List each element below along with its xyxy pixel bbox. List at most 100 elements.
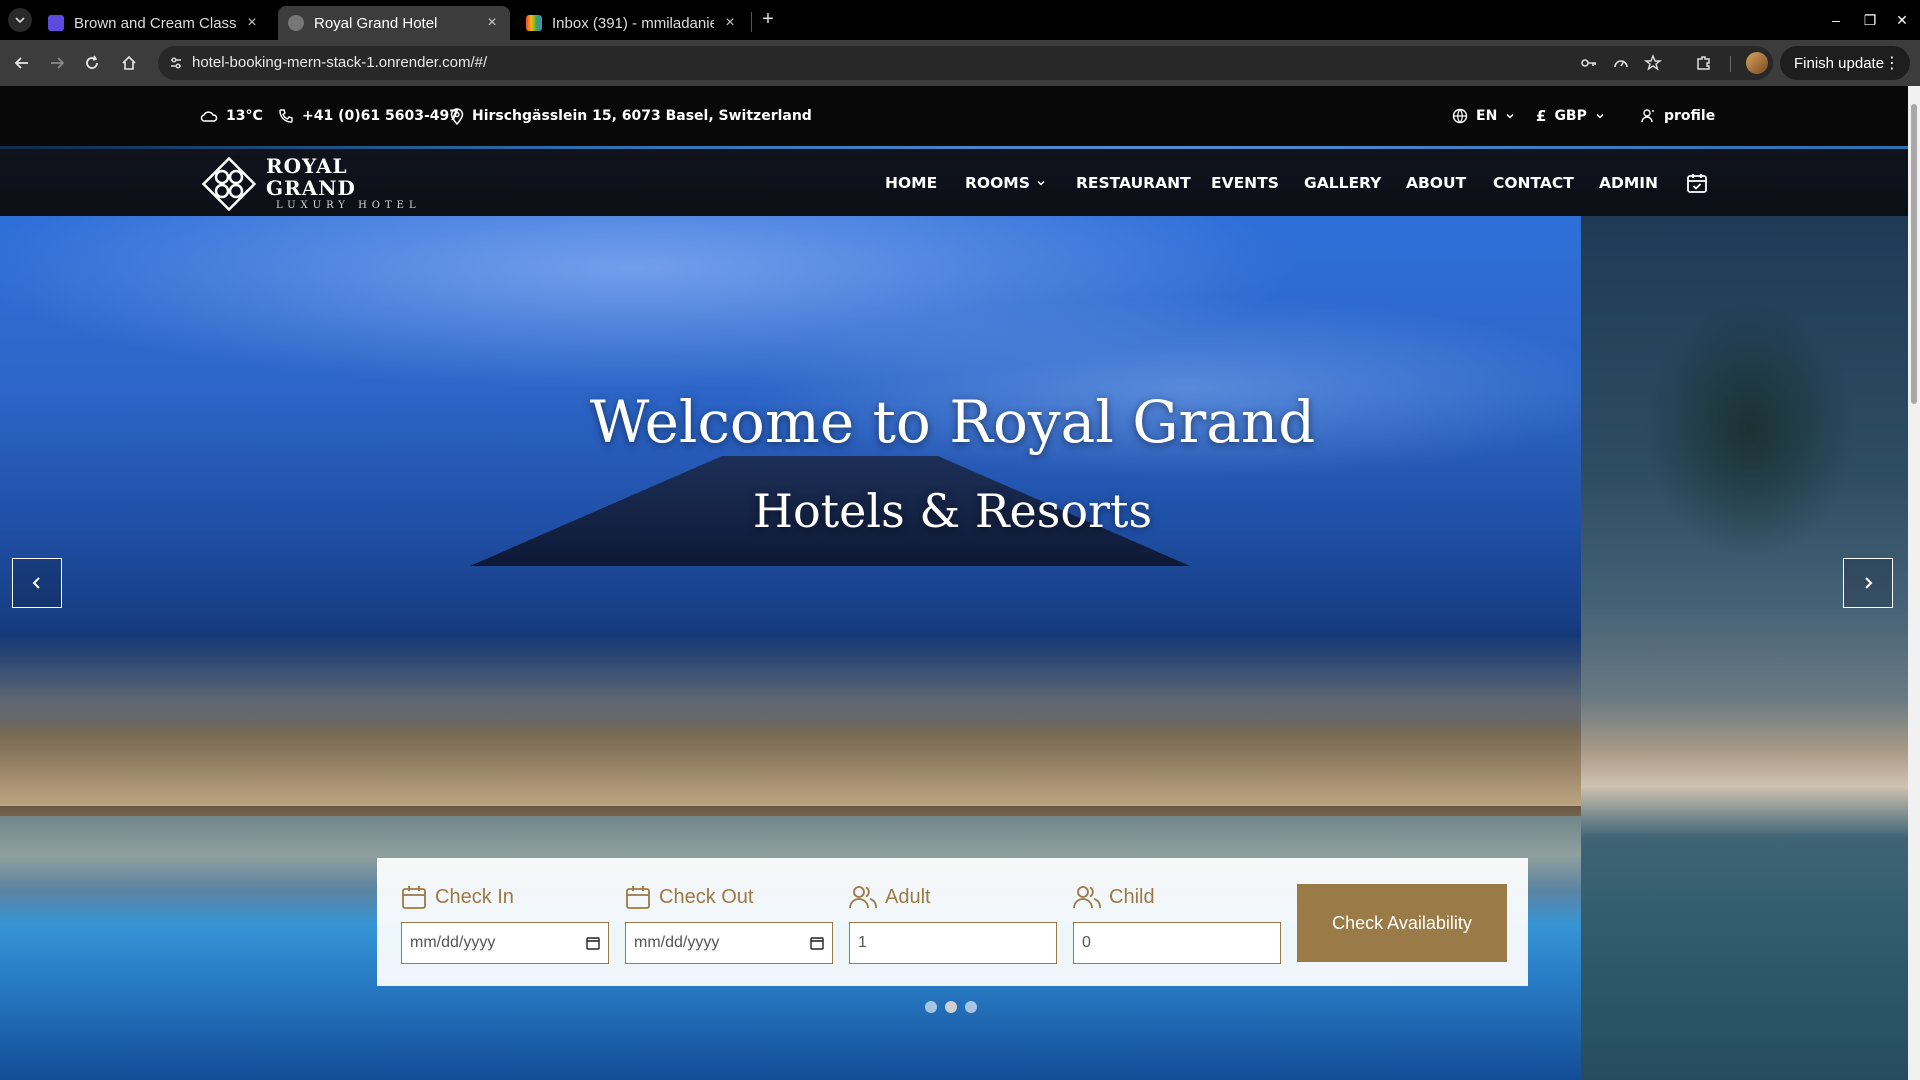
url-text[interactable]: hotel-booking-mern-stack-1.onrender.com/… [192,54,487,71]
reload-icon[interactable] [80,51,104,75]
scrollbar-thumb[interactable] [1911,104,1917,404]
performance-icon[interactable] [1612,54,1630,72]
toolbar-separator [1730,56,1731,72]
currency-selector[interactable]: £ GBP [1536,107,1605,125]
hero-title: Welcome to Royal Grand [589,388,1316,456]
booking-form: Check In mm/dd/yyyy Check Out mm/dd/yyyy… [377,858,1528,986]
check-in-label: Check In [435,885,514,908]
chevron-down-icon [1506,113,1514,119]
close-window-icon[interactable]: ✕ [1890,8,1914,32]
check-availability-label: Check Availability [1332,912,1472,933]
page-scrollbar[interactable] [1908,86,1920,1080]
chevron-down-icon [1037,180,1045,186]
user-icon [1641,109,1654,123]
close-tab-icon[interactable]: × [722,15,738,31]
forward-icon[interactable] [45,51,69,75]
carousel-next-button[interactable] [1843,558,1893,608]
restore-icon[interactable]: ❐ [1858,8,1882,32]
address-bar[interactable]: hotel-booking-mern-stack-1.onrender.com/… [158,46,1773,80]
check-out-field: Check Out mm/dd/yyyy [625,882,833,964]
date-picker-icon[interactable] [810,936,824,950]
nav-home[interactable]: HOME [885,173,937,193]
close-tab-icon[interactable]: × [244,15,260,31]
site-settings-icon[interactable] [166,53,186,73]
chevron-left-icon [32,577,40,589]
adult-value: 1 [858,934,867,951]
back-icon[interactable] [10,51,34,75]
tab-inbox[interactable]: Inbox (391) - mmiladanie × [516,6,748,40]
nav-label: ROOMS [965,174,1030,192]
carousel-dot[interactable] [925,1001,937,1013]
new-tab-button[interactable]: + [756,8,780,32]
language-text: EN [1476,108,1498,124]
nav-label: CONTACT [1493,174,1574,192]
tab-title: Royal Grand Hotel [314,14,438,32]
nav-label: ABOUT [1406,174,1467,192]
nav-restaurant[interactable]: RESTAURANT [1076,173,1191,193]
more-menu-icon[interactable]: ⋮ [1884,53,1900,73]
tab-title: Brown and Cream Classy [74,14,236,32]
knot-logo-icon [201,156,257,212]
pound-icon: £ [1536,107,1547,125]
close-tab-icon[interactable]: × [484,15,500,31]
calendar-icon [626,886,650,909]
nav-label: EVENTS [1211,174,1279,192]
nav-label: HOME [885,174,938,192]
minimize-icon[interactable]: – [1824,8,1848,32]
logo-name: ROYAL GRAND [266,154,356,200]
nav-events[interactable]: EVENTS [1211,173,1279,193]
phone-text[interactable]: +41 (0)61 5603-497 [302,108,459,124]
site-logo[interactable]: ROYAL GRAND LUXURY HOTEL [200,155,440,212]
check-out-placeholder: mm/dd/yyyy [634,934,720,951]
weather-info: 13°C [200,107,263,125]
home-icon[interactable] [117,51,141,75]
check-availability-button[interactable]: Check Availability [1297,884,1507,962]
password-key-icon[interactable] [1580,54,1598,72]
carousel-prev-button[interactable] [12,558,62,608]
globe-favicon-icon [288,15,304,31]
check-out-input[interactable]: mm/dd/yyyy [625,922,833,964]
extensions-icon[interactable] [1692,51,1716,75]
child-input[interactable]: 0 [1073,922,1281,964]
nav-gallery[interactable]: GALLERY [1304,173,1381,193]
date-picker-icon[interactable] [586,936,600,950]
globe-icon [1452,108,1468,124]
nav-rooms[interactable]: ROOMS [965,173,1046,193]
nav-about[interactable]: ABOUT [1406,173,1466,193]
tab-royal-grand[interactable]: Royal Grand Hotel × [278,6,510,40]
nav-admin[interactable]: ADMIN [1599,173,1658,193]
finish-update-button[interactable]: Finish update ⋮ [1780,46,1910,80]
logo-subtitle: LUXURY HOTEL [276,200,421,211]
calendar-icon [402,886,426,909]
profile-link[interactable]: profile [1640,107,1715,125]
check-out-label: Check Out [659,885,754,908]
language-selector[interactable]: EN [1452,107,1515,125]
tab-search-button[interactable] [8,8,32,32]
carousel-dot[interactable] [965,1001,977,1013]
nav-contact[interactable]: CONTACT [1493,173,1574,193]
bookmark-star-icon[interactable] [1644,54,1662,72]
carousel-dot[interactable] [945,1001,957,1013]
check-in-placeholder: mm/dd/yyyy [410,934,496,951]
tab-separator [751,12,752,32]
nav-label: GALLERY [1304,174,1382,192]
phone-info[interactable]: +41 (0)61 5603-497 [278,107,459,125]
gmail-favicon-icon [526,15,542,31]
main-navigation: ROYAL GRAND LUXURY HOTEL HOME ROOMS REST… [0,149,1908,216]
users-icon [1073,886,1101,909]
tab-brown-cream[interactable]: Brown and Cream Classy × [38,6,270,40]
check-in-input[interactable]: mm/dd/yyyy [401,922,609,964]
currency-text: GBP [1554,108,1587,124]
profile-avatar[interactable] [1746,52,1768,74]
adult-input[interactable]: 1 [849,922,1057,964]
child-label: Child [1109,885,1155,908]
map-pin-icon [450,107,464,125]
browser-tab-strip: Brown and Cream Classy × Royal Grand Hot… [0,0,1920,40]
page-viewport: 13°C +41 (0)61 5603-497 Hirschgässlein 1… [0,86,1908,1080]
calendar-check-icon[interactable] [1686,172,1708,194]
chevron-right-icon [1865,577,1873,589]
browser-toolbar: hotel-booking-mern-stack-1.onrender.com/… [0,40,1920,86]
lobby-glow [0,636,1581,806]
weather-text: 13°C [226,108,263,124]
palm-shadow [1600,246,1900,706]
